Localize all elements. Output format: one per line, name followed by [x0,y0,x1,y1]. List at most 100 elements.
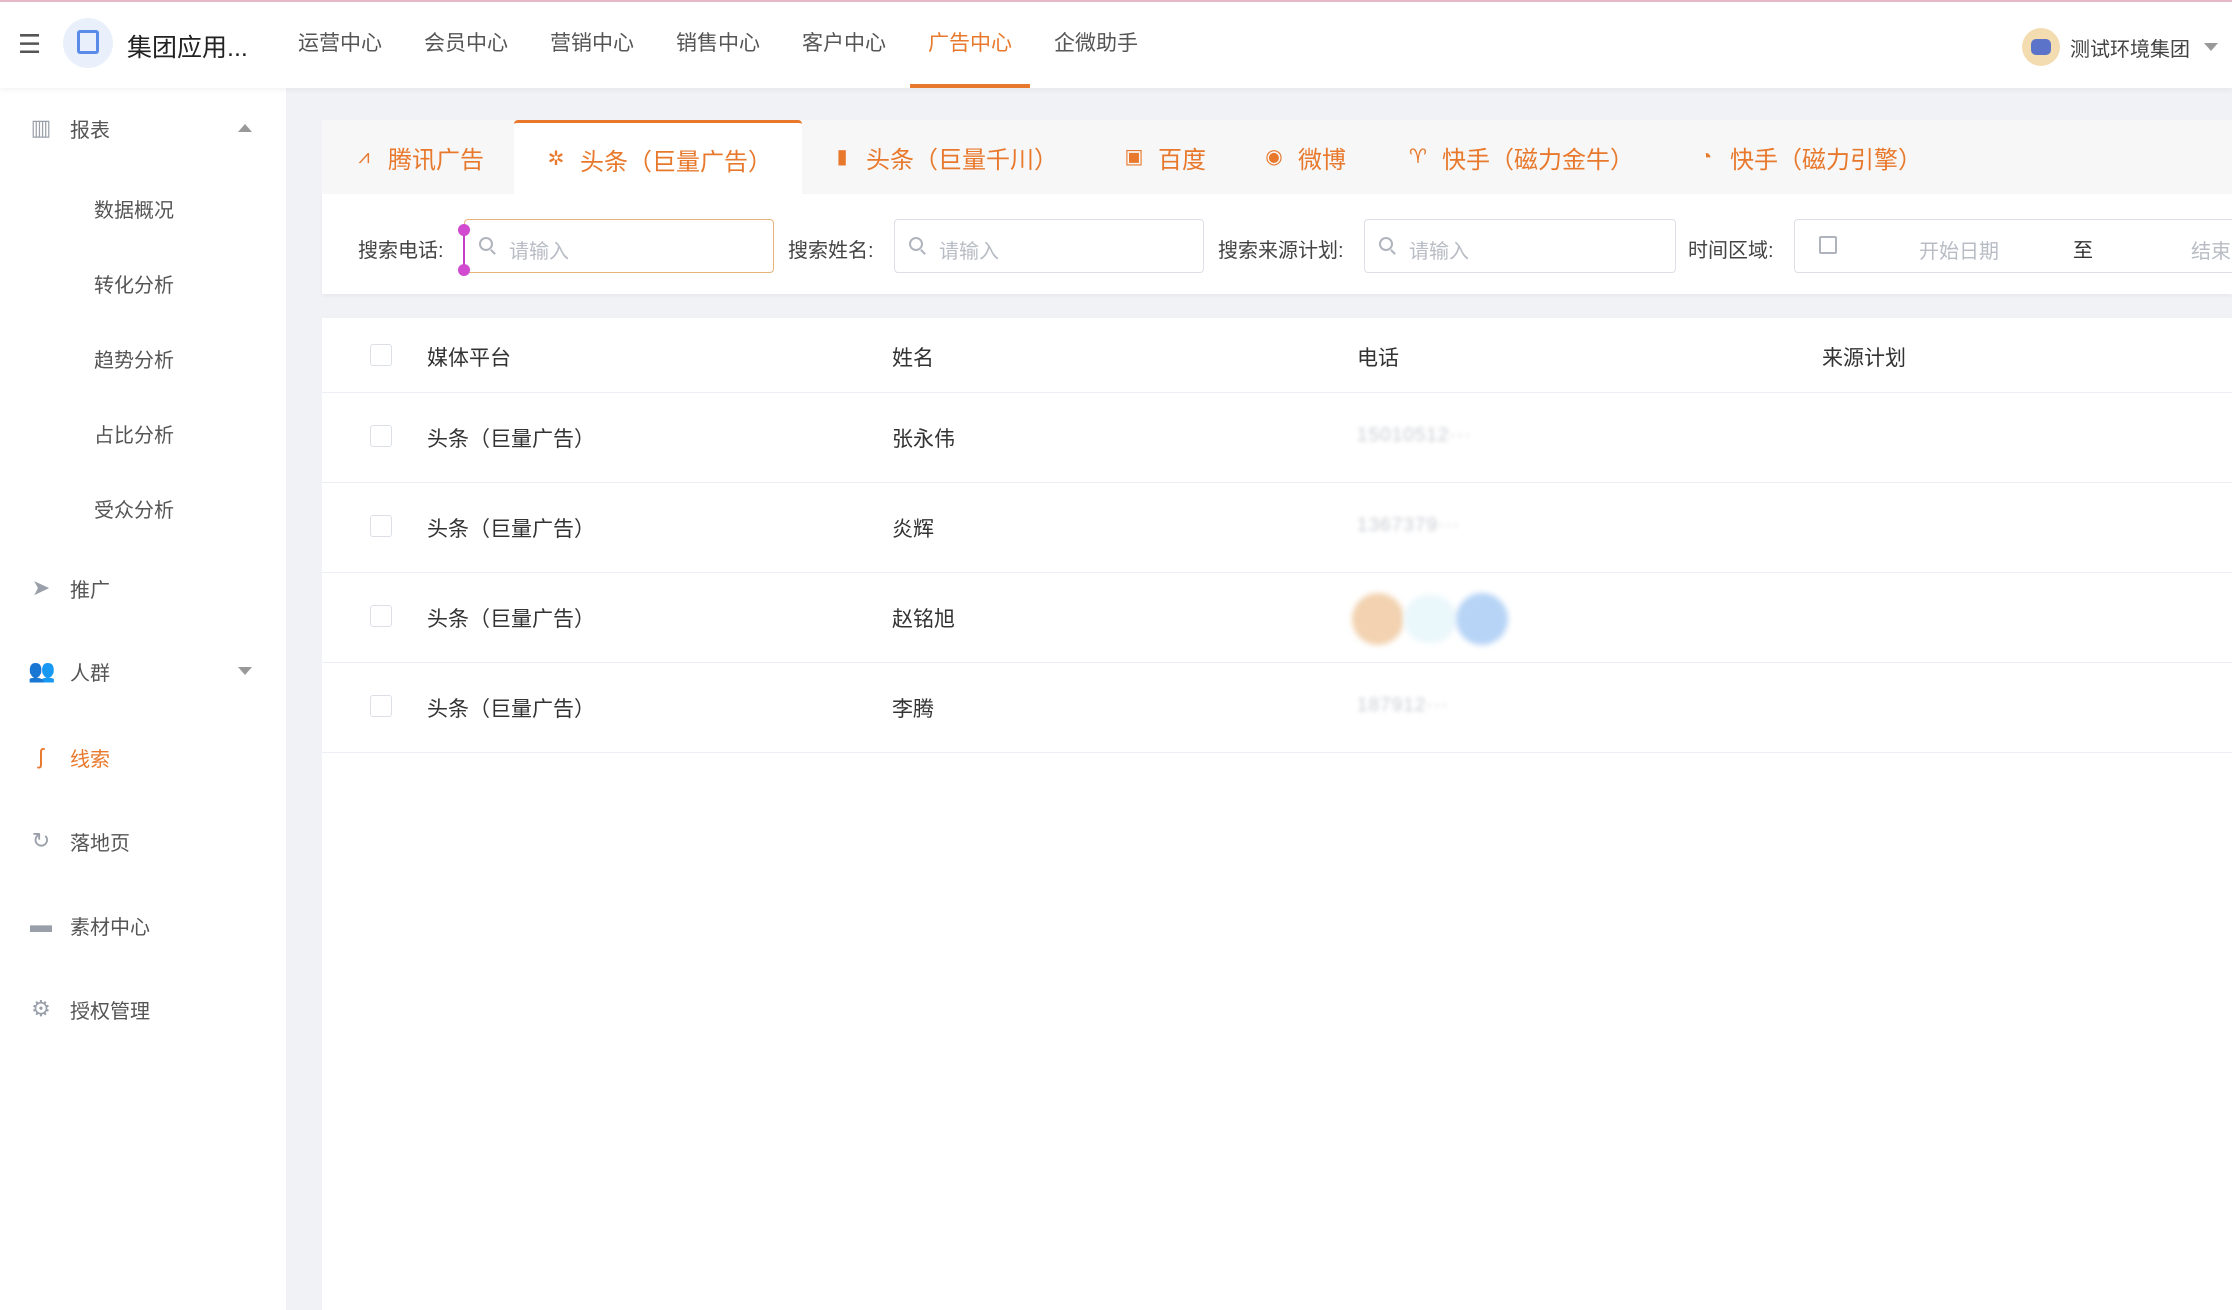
search-icon [479,237,493,251]
bar-chart-icon: ▥ [30,115,52,140]
sidebar-item-materials[interactable]: ▬ 素材中心 [0,897,286,953]
tab-label: 快手（磁力金牛） [1442,146,1634,174]
tab-toutiao-ads[interactable]: ✲ 头条（巨量广告） [514,120,802,195]
cell-platform: 头条（巨量广告） [427,698,595,721]
sidebar-item-report[interactable]: ▥ 报表 [0,100,286,156]
tab-kuaishou-engine[interactable]: ◔ 快手（磁力引擎） [1694,120,1922,194]
name-search-input[interactable]: 请输入 [894,219,1204,273]
building-icon [77,30,99,54]
robot-avatar-icon [2022,28,2060,66]
table-row[interactable]: 头条（巨量广告） 李腾 187912··· [322,663,2232,753]
nav-members[interactable]: 会员中心 [406,2,526,86]
sidebar: ▥ 报表 数据概况 转化分析 趋势分析 占比分析 受众分析 ➤ 推广 👥 人群 … [0,86,286,1310]
table-row[interactable]: 头条（巨量广告） 张永伟 15010512··· [322,393,2232,483]
caret-down-icon [238,667,252,675]
table-header: 媒体平台 姓名 电话 来源计划 [322,318,2232,393]
phone-search-input[interactable]: 请输入 [464,219,774,273]
date-range-picker[interactable]: 开始日期 至 结束 [1794,219,2232,273]
nav-marketing[interactable]: 营销中心 [532,2,652,86]
cell-name: 张永伟 [892,428,955,451]
nav-customers[interactable]: 客户中心 [784,2,904,86]
tencent-icon: ⩘ [358,146,370,168]
sidebar-item-label: 推广 [70,579,110,602]
placeholder-text: 请输入 [1409,241,1469,263]
sidebar-sub-trend[interactable]: 趋势分析 [94,344,174,373]
tab-label: 微博 [1298,146,1346,174]
kuaishou-icon: ♈ [1409,146,1427,168]
cell-platform: 头条（巨量广告） [427,518,595,541]
top-bar: ☰ 集团应用... 运营中心 会员中心 营销中心 销售中心 客户中心 广告中心 … [0,0,2232,88]
range-separator: 至 [2073,240,2093,262]
tab-label: 头条（巨量广告） [580,148,772,176]
table-row[interactable]: 头条（巨量广告） 炎辉 1367379··· [322,483,2232,573]
tab-kuaishou-jinniu[interactable]: ♈ 快手（磁力金牛） [1406,120,1634,194]
cell-platform: 头条（巨量广告） [427,608,595,631]
time-filter-label: 时间区域: [1688,240,1774,262]
redacted-phone-blob [1404,595,1456,643]
kuaishou-engine-icon: ◔ [1699,146,1713,168]
sidebar-item-promotion[interactable]: ➤ 推广 [0,560,286,616]
col-platform: 媒体平台 [427,347,511,370]
row-checkbox[interactable] [370,605,392,627]
org-name: 测试环境集团 [2070,38,2190,61]
phone-filter-label: 搜索电话: [358,240,444,262]
menu-fold-icon[interactable]: ☰ [18,30,48,58]
row-checkbox[interactable] [370,515,392,537]
row-checkbox[interactable] [370,695,392,717]
redacted-phone-blob [1456,593,1508,645]
users-icon: 👥 [28,658,56,683]
plan-search-input[interactable]: 请输入 [1364,219,1676,273]
tab-tencent[interactable]: ⩘ 腾讯广告 [352,120,484,194]
start-date-placeholder: 开始日期 [1919,241,1999,263]
sidebar-item-clues[interactable]: ʃ 线索 [0,729,286,785]
app-title: 集团应用... [127,34,248,62]
row-checkbox[interactable] [370,425,392,447]
plan-filter-label: 搜索来源计划: [1218,240,1344,262]
tab-baidu[interactable]: ▣ 百度 [1122,120,1206,194]
gear-icon: ⚙ [31,996,51,1021]
org-switcher[interactable]: 测试环境集团 [2022,28,2218,66]
calendar-icon [1819,236,1837,254]
col-name: 姓名 [892,347,934,370]
cell-platform: 头条（巨量广告） [427,428,595,451]
tab-label: 快手（磁力引擎） [1730,146,1922,174]
select-all-checkbox[interactable] [370,344,392,366]
sidebar-item-auth[interactable]: ⚙ 授权管理 [0,981,286,1037]
caret-up-icon [238,124,252,132]
table-row[interactable]: 头条（巨量广告） 赵铭旭 [322,573,2232,663]
text-cursor-marker [458,224,470,276]
sidebar-item-label: 线索 [70,748,110,771]
folder-icon: ▬ [30,912,52,937]
nav-wecom[interactable]: 企微助手 [1036,2,1156,86]
top-nav: 运营中心 会员中心 营销中心 销售中心 客户中心 广告中心 企微助手 [280,2,1162,88]
nav-operations[interactable]: 运营中心 [280,2,400,86]
sidebar-sub-conversion[interactable]: 转化分析 [94,269,174,298]
col-source-plan: 来源计划 [1822,347,1906,370]
clue-icon: ʃ [38,744,44,769]
end-date-placeholder: 结束 [2191,241,2231,263]
sidebar-item-label: 人群 [70,662,110,685]
tab-label: 百度 [1158,146,1206,174]
sidebar-item-label: 落地页 [70,832,130,855]
tab-weibo[interactable]: ◉ 微博 [1262,120,1346,194]
placeholder-text: 请输入 [509,241,569,263]
sidebar-item-crowd[interactable]: 👥 人群 [0,643,286,699]
sidebar-sub-overview[interactable]: 数据概况 [94,194,174,223]
sidebar-item-label: 素材中心 [70,916,150,939]
sidebar-sub-audience[interactable]: 受众分析 [94,494,174,523]
nav-ads[interactable]: 广告中心 [910,2,1030,88]
sidebar-item-landing[interactable]: ↻ 落地页 [0,813,286,869]
search-icon [909,237,923,251]
sidebar-item-label: 授权管理 [70,1000,150,1023]
paper-plane-icon: ➤ [31,575,51,600]
cell-phone: 187912··· [1357,695,1449,716]
nav-sales[interactable]: 销售中心 [658,2,778,86]
landing-icon: ↻ [31,828,51,853]
tab-toutiao-qianchuan[interactable]: ▮ 头条（巨量千川） [830,120,1058,194]
sidebar-item-label: 报表 [70,119,110,142]
clue-table: 媒体平台 姓名 电话 来源计划 头条（巨量广告） 张永伟 15010512···… [322,318,2232,1310]
cell-phone: 1367379··· [1357,515,1460,536]
caret-down-icon [2204,43,2218,51]
sidebar-sub-ratio[interactable]: 占比分析 [94,419,174,448]
placeholder-text: 请输入 [939,241,999,263]
